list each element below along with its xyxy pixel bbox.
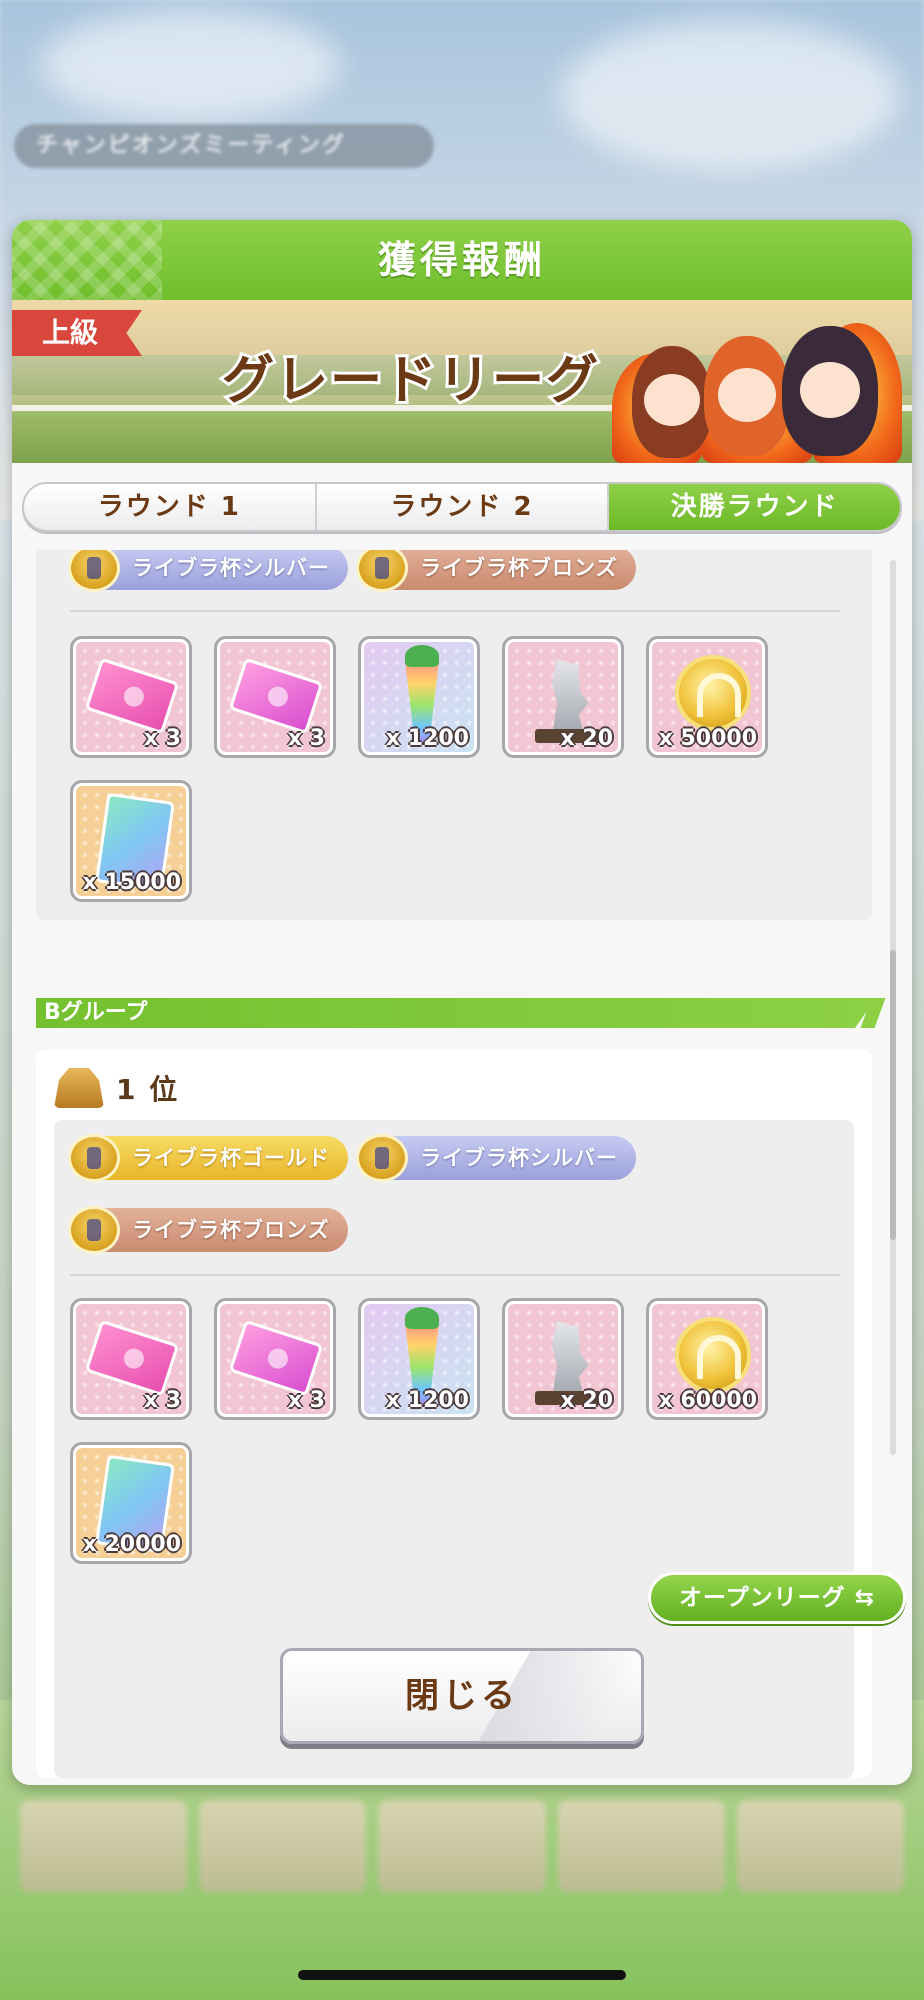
reward-item[interactable]: x 3 <box>214 636 336 758</box>
character-3 <box>782 326 878 456</box>
trophy-chip-silver: ライブラ杯シルバー <box>356 1134 636 1182</box>
trophy-medal-icon <box>68 1206 120 1254</box>
item-quantity: x 3 <box>143 726 181 751</box>
item-quantity: x 3 <box>287 726 325 751</box>
reward-item[interactable]: x 1200 <box>358 1298 480 1420</box>
trophy-medal-icon <box>68 1134 120 1182</box>
rank-label: 1 位 <box>116 1073 180 1106</box>
trophy-label: ライブラ杯シルバー <box>132 556 330 580</box>
scrollbar-thumb[interactable] <box>890 950 896 1240</box>
character-2 <box>704 336 790 456</box>
item-quantity: x 60000 <box>658 1388 757 1413</box>
trophy-medal-icon <box>356 550 408 592</box>
carrot-leaf-icon <box>405 1307 439 1329</box>
crown-rank-icon <box>54 1068 104 1108</box>
group-b-label: Bグループ <box>44 1000 148 1025</box>
close-button[interactable]: 閉じる <box>280 1648 644 1744</box>
carrot-leaf-icon <box>405 645 439 667</box>
character-face <box>800 362 860 418</box>
close-button-label: 閉じる <box>405 1676 519 1716</box>
background-menu-bar <box>20 1800 905 1892</box>
modal-header: 獲得報酬 <box>12 220 912 300</box>
reward-item[interactable]: x 50000 <box>646 636 768 758</box>
item-quantity: x 20000 <box>82 1532 181 1557</box>
banner-title: グレードリーグ <box>222 351 601 411</box>
reward-item[interactable]: x 3 <box>214 1298 336 1420</box>
trophy-label: ライブラ杯ブロンズ <box>132 1218 330 1242</box>
item-quantity: x 3 <box>287 1388 325 1413</box>
trophy-chip-bronze: ライブラ杯ブロンズ <box>68 1206 348 1254</box>
reward-item[interactable]: x 15000 <box>70 780 192 902</box>
background-event-label: チャンピオンズミーティング <box>14 124 434 168</box>
difficulty-badge: 上級 <box>12 310 142 356</box>
item-quantity: x 15000 <box>82 870 181 895</box>
group-b-header <box>36 998 876 1028</box>
trophy-medal-icon <box>356 1134 408 1182</box>
trophy-label: ライブラ杯ゴールド <box>132 1146 330 1170</box>
open-league-button[interactable]: オープンリーグ ⇆ <box>648 1572 906 1624</box>
reward-item[interactable]: x 3 <box>70 1298 192 1420</box>
trophy-label: ライブラ杯ブロンズ <box>420 556 618 580</box>
round-tabs: ラウンド 1 ラウンド 2 決勝ラウンド <box>22 482 902 532</box>
item-quantity: x 1200 <box>385 1388 469 1413</box>
rewards-modal: 獲得報酬 上級 グレードリーグ グレードリーグ ラウンド 1 ラウンド 2 決勝… <box>12 220 912 1785</box>
background-cloud <box>560 20 900 170</box>
reward-item[interactable]: x 20000 <box>70 1442 192 1564</box>
character-illustration <box>612 306 902 463</box>
tab-round-1[interactable]: ラウンド 1 <box>24 484 315 530</box>
reward-item[interactable]: x 20 <box>502 1298 624 1420</box>
item-quantity: x 50000 <box>658 726 757 751</box>
reward-item[interactable]: x 60000 <box>646 1298 768 1420</box>
item-quantity: x 3 <box>143 1388 181 1413</box>
rewards-divider <box>70 1274 840 1276</box>
gold-coin-icon <box>675 1317 751 1393</box>
rewards-divider <box>70 610 840 612</box>
tab-round-2[interactable]: ラウンド 2 <box>314 484 608 530</box>
reward-item[interactable]: x 20 <box>502 636 624 758</box>
background-cloud <box>40 10 340 120</box>
reward-item[interactable]: x 1200 <box>358 636 480 758</box>
trophy-medal-icon <box>68 550 120 592</box>
home-indicator <box>298 1970 626 1980</box>
league-banner: 上級 グレードリーグ グレードリーグ <box>12 300 912 463</box>
trophy-chip-bronze: ライブラ杯ブロンズ <box>356 550 636 592</box>
tab-final-round[interactable]: 決勝ラウンド <box>607 484 900 530</box>
trophy-label: ライブラ杯シルバー <box>420 1146 618 1170</box>
reward-item[interactable]: x 3 <box>70 636 192 758</box>
item-quantity: x 20 <box>560 1388 613 1413</box>
gold-coin-icon <box>675 655 751 731</box>
item-quantity: x 20 <box>560 726 613 751</box>
modal-title: 獲得報酬 <box>377 238 546 282</box>
trophy-chip-gold: ライブラ杯ゴールド <box>68 1134 348 1182</box>
group-a-card: ライブラ杯シルバー ライブラ杯ブロンズ x 3 x 3 x 1200 x 20 … <box>36 550 872 920</box>
character-1 <box>632 346 712 458</box>
item-quantity: x 1200 <box>385 726 469 751</box>
character-face <box>718 368 776 422</box>
trophy-chip-silver: ライブラ杯シルバー <box>68 550 348 592</box>
character-face <box>644 374 700 426</box>
